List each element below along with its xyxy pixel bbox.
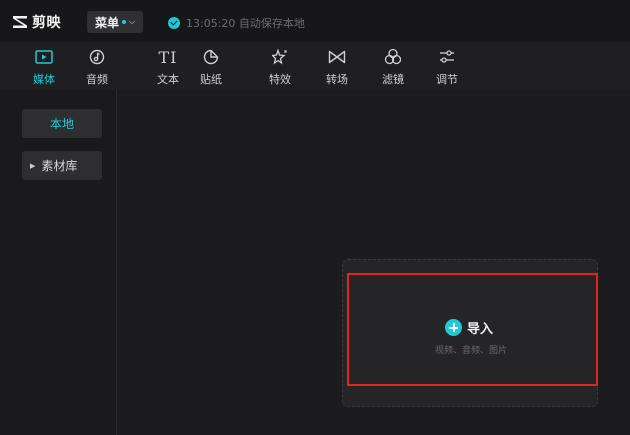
import-label: 导入 [467,322,494,337]
autosave-text: 13:05:20 自动保存本地 [186,17,305,30]
title-bar: 剪映 菜单 ⌵ 13:05:20 自动保存本地 [0,0,630,42]
filter-icon [382,46,404,68]
menu-notification-dot [122,20,127,24]
sidebar-item-library-label: 素材库 [41,159,78,173]
menu-label: 菜单 [95,15,120,30]
material-sidebar: 本地 ▶ 素材库 [0,90,117,435]
media-icon [33,46,55,68]
tab-sticker[interactable]: 贴纸 [187,42,235,90]
expand-triangle-icon: ▶ [30,161,36,170]
sidebar-item-library[interactable]: ▶ 素材库 [22,151,102,180]
tab-effects[interactable]: 特效 [256,42,304,90]
tab-media[interactable]: 媒体 [20,42,68,90]
sidebar-item-local[interactable]: 本地 [22,109,102,138]
app-logo: 剪映 [11,13,61,31]
sidebar-item-local-label: 本地 [49,117,74,131]
tab-transition-label: 转场 [326,73,348,86]
sticker-icon [200,46,222,68]
transition-icon [326,46,348,68]
plus-circle-icon [445,319,462,336]
material-toolbar: 媒体 音频 TI 文本 贴纸 特效 转场 滤镜 调节 [0,42,630,90]
tab-audio-label: 音频 [86,73,108,86]
tab-audio[interactable]: 音频 [73,42,121,90]
tab-filter-label: 滤镜 [382,73,404,86]
capcut-logo-icon [13,16,27,28]
tab-effects-label: 特效 [269,73,291,86]
tab-media-label: 媒体 [33,73,55,86]
autosave-status: 13:05:20 自动保存本地 [168,15,305,31]
check-circle-icon [168,17,180,29]
app-name: 剪映 [32,15,61,31]
tab-text-label: 文本 [157,73,179,86]
menu-button[interactable]: 菜单 ⌵ [87,11,143,33]
tab-adjust-label: 调节 [436,73,458,86]
effects-icon [269,46,291,68]
chevron-down-icon: ⌵ [129,17,136,26]
tab-sticker-label: 贴纸 [200,73,222,86]
tab-adjust[interactable]: 调节 [423,42,471,90]
adjust-icon [436,46,458,68]
tab-text[interactable]: TI 文本 [144,42,192,90]
import-button[interactable]: 导入 [445,318,493,337]
tab-transition[interactable]: 转场 [313,42,361,90]
tab-filter[interactable]: 滤镜 [369,42,417,90]
import-hint: 视频、音频、图片 [434,346,507,356]
text-icon: TI [158,47,178,67]
audio-icon [86,46,108,68]
